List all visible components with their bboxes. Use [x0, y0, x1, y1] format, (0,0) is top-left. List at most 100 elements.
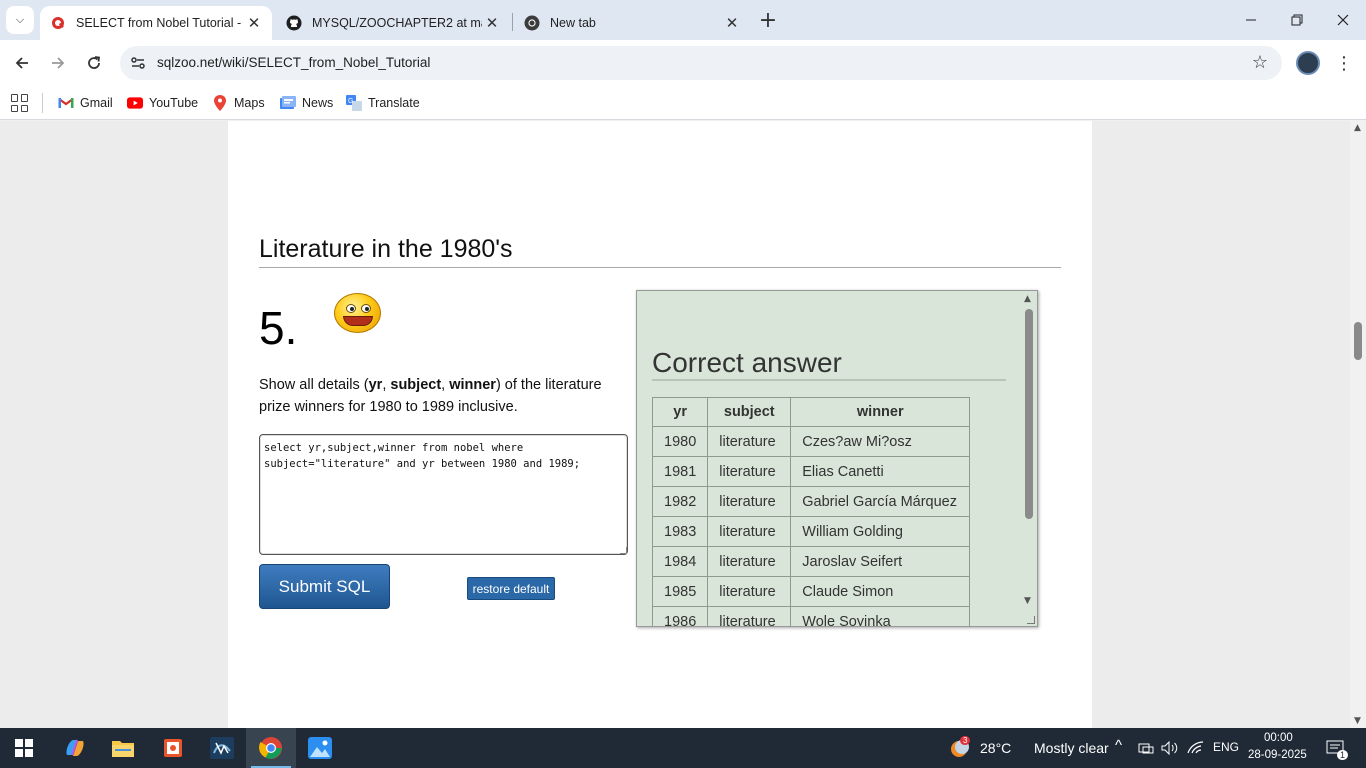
new-tab-button[interactable]: + — [756, 8, 780, 33]
github-icon — [286, 15, 302, 31]
table-cell: 1986 — [651, 606, 709, 626]
table-cell: literature — [707, 516, 792, 547]
table-header-row: yr subject winner — [651, 397, 971, 427]
table-cell: 1985 — [651, 576, 709, 607]
photos-app-button[interactable] — [304, 732, 336, 764]
maps-pin-icon — [212, 95, 228, 111]
profile-avatar[interactable] — [1296, 51, 1320, 75]
restore-window-button[interactable] — [1274, 0, 1320, 40]
file-explorer-button[interactable] — [107, 732, 139, 764]
table-cell: Elias Canetti — [790, 456, 971, 487]
browser-menu-button[interactable]: ⋮ — [1334, 50, 1354, 76]
copilot-button[interactable] — [59, 732, 91, 764]
answer-divider — [652, 379, 1006, 381]
weather-condition-text[interactable]: Mostly clear — [1034, 740, 1109, 756]
minimize-button[interactable] — [1228, 0, 1274, 40]
bookmark-translate[interactable]: G Translate — [346, 92, 420, 114]
bookmark-label: News — [302, 96, 334, 110]
page-content: Literature in the 1980's 5. Show all det… — [228, 121, 1092, 728]
folder-icon — [112, 741, 134, 757]
resize-handle[interactable] — [620, 547, 627, 554]
copilot-icon — [66, 739, 84, 756]
clock-date[interactable]: 28-09-2025 — [1248, 749, 1307, 761]
table-cell: literature — [707, 426, 792, 457]
mysql-workbench-button[interactable] — [206, 732, 238, 764]
correct-answer-panel[interactable]: Correct answer yr subject winner 1980 li… — [636, 290, 1038, 627]
table-cell: Jaroslav Seifert — [790, 546, 971, 577]
notification-count-badge: 1 — [1337, 750, 1349, 760]
reload-icon — [88, 56, 101, 69]
network-icon[interactable] — [1134, 732, 1158, 764]
bookmark-news[interactable]: News — [280, 92, 333, 114]
photos-icon — [308, 737, 332, 759]
heading-divider — [259, 267, 1061, 268]
reload-button[interactable] — [79, 48, 109, 78]
url-text[interactable]: sqlzoo.net/wiki/SELECT_from_Nobel_Tutori… — [157, 55, 430, 70]
scroll-down-icon[interactable]: ▼ — [1024, 596, 1031, 606]
answer-title: Correct answer — [652, 347, 842, 378]
windows-logo-icon — [15, 739, 33, 757]
answer-panel-scrollbar[interactable]: ▲ ▼ — [1021, 291, 1037, 626]
scrollbar-thumb[interactable] — [1354, 322, 1362, 360]
scroll-up-icon[interactable]: ▲ — [1024, 294, 1031, 304]
table-cell: Gabriel García Márquez — [790, 486, 971, 517]
restore-window-icon — [1291, 14, 1303, 26]
app-button[interactable] — [157, 732, 189, 764]
bookmark-label: Maps — [234, 96, 265, 110]
tab-search-button[interactable]: ⌵ — [6, 6, 34, 34]
forward-button[interactable] — [43, 48, 73, 78]
chrome-icon — [524, 15, 540, 31]
table-cell: 1983 — [651, 516, 709, 547]
table-cell: Claude Simon — [790, 576, 971, 607]
panel-resize-handle[interactable] — [1027, 616, 1035, 624]
more-vertical-icon: ⋮ — [1335, 52, 1353, 74]
temperature-text[interactable]: 28°C — [980, 740, 1011, 756]
close-tab-icon[interactable]: ✕ — [244, 13, 264, 33]
sqlzoo-favicon-icon — [50, 15, 66, 31]
bookmark-gmail[interactable]: Gmail — [58, 92, 113, 114]
back-button[interactable] — [7, 48, 37, 78]
tab-github[interactable]: MYSQL/ZOOCHAPTER2 at main ✕ — [276, 6, 510, 40]
volume-icon[interactable] — [1158, 732, 1182, 764]
bookmark-maps[interactable]: Maps — [212, 92, 265, 114]
tab-new-tab[interactable]: New tab ✕ — [514, 6, 750, 40]
restore-default-button[interactable]: restore default — [467, 577, 555, 600]
bookmark-youtube[interactable]: YouTube — [127, 92, 198, 114]
clock-time[interactable]: 00:00 — [1264, 732, 1293, 744]
table-cell: 1982 — [651, 486, 709, 517]
apps-grid-icon[interactable] — [11, 94, 29, 112]
svg-text:G: G — [348, 98, 353, 105]
back-arrow-icon — [15, 57, 28, 69]
wifi-icon[interactable] — [1183, 732, 1209, 764]
address-bar[interactable]: sqlzoo.net/wiki/SELECT_from_Nobel_Tutori… — [120, 46, 1282, 80]
table-row: 1983 literature William Golding — [651, 516, 971, 547]
bookmark-star-icon[interactable]: ☆ — [1252, 52, 1268, 73]
table-row: 1980 literature Czes?aw Mi?osz — [651, 426, 971, 457]
scrollbar-thumb[interactable] — [1025, 309, 1033, 519]
page-scrollbar[interactable]: ▲ ▼ — [1350, 121, 1366, 728]
sql-editor[interactable]: select yr,subject,winner from nobel wher… — [259, 434, 628, 555]
tab-sqlzoo[interactable]: SELECT from Nobel Tutorial - SQLZoo ✕ — [40, 6, 272, 40]
table-cell: Czes?aw Mi?osz — [790, 426, 971, 457]
table-row: 1986 literature Wole Soyinka — [651, 606, 971, 626]
windows-taskbar: 3 28°C Mostly clear ^ ENG 00:00 28-09-20… — [0, 728, 1366, 768]
mysql-workbench-icon — [210, 737, 234, 759]
table-cell: 1984 — [651, 546, 709, 577]
close-window-button[interactable] — [1320, 0, 1366, 40]
table-cell: literature — [707, 606, 792, 626]
submit-sql-button[interactable]: Submit SQL — [259, 564, 390, 609]
chrome-taskbar-button[interactable] — [255, 732, 287, 764]
scroll-down-icon[interactable]: ▼ — [1354, 716, 1361, 726]
windows-start-button[interactable] — [8, 732, 40, 764]
table-row: 1982 literature Gabriel García Márquez — [651, 486, 971, 517]
scroll-up-icon[interactable]: ▲ — [1354, 123, 1361, 133]
bookmark-label: YouTube — [149, 96, 199, 110]
tab-title: MYSQL/ZOOCHAPTER2 at main — [312, 16, 482, 30]
close-tab-icon[interactable]: ✕ — [722, 13, 742, 33]
close-tab-icon[interactable]: ✕ — [482, 13, 502, 33]
chevron-up-icon[interactable]: ^ — [1115, 737, 1122, 754]
close-icon — [1337, 14, 1349, 26]
language-indicator[interactable]: ENG — [1213, 740, 1239, 754]
site-info-icon[interactable] — [128, 53, 148, 73]
table-cell: literature — [707, 456, 792, 487]
